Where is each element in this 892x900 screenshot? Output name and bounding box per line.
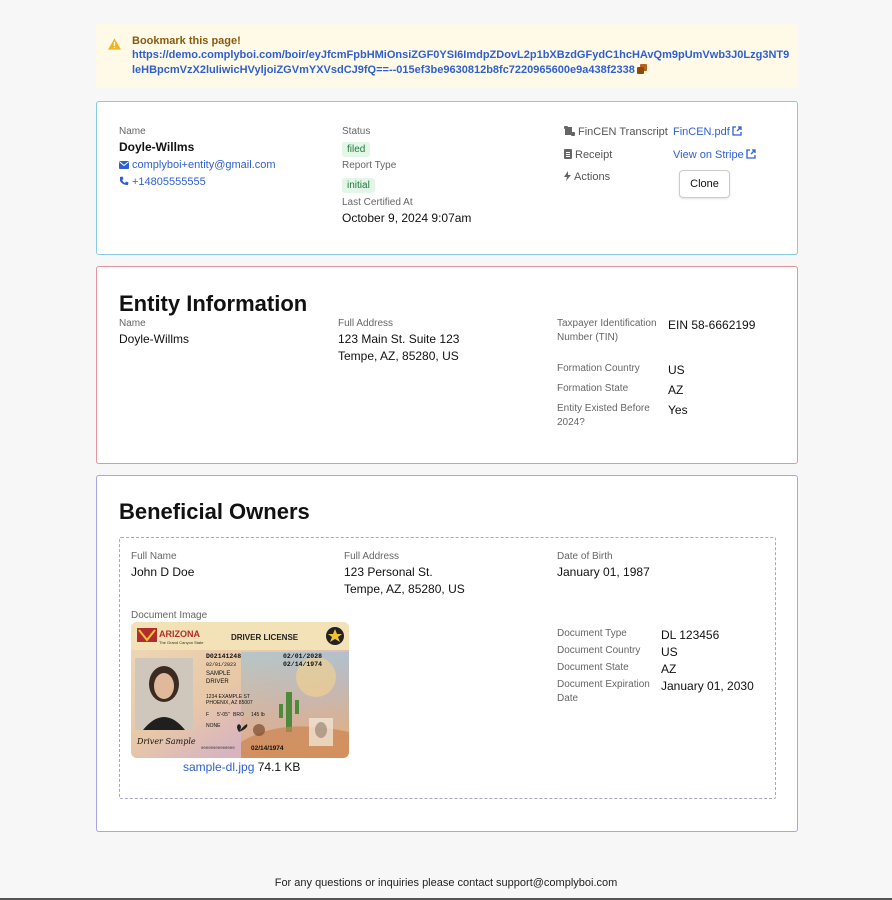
entity-name-value: Doyle-Willms	[119, 332, 189, 346]
report-type-badge: initial	[342, 175, 375, 193]
status-badge: filed	[342, 139, 371, 157]
doc-state-value: AZ	[661, 662, 677, 676]
owner-entry: Full Name John D Doe Full Address 123 Pe…	[119, 537, 776, 799]
entity-name: Doyle-Willms	[119, 140, 195, 154]
doc-expiration-value: January 01, 2030	[661, 679, 754, 693]
entity-address-label: Full Address	[338, 318, 394, 329]
card-exp: 02/01/2028	[283, 653, 322, 660]
card-restrictions: NONE	[206, 723, 221, 729]
receipt-label-text: Receipt	[575, 149, 613, 161]
card-sex: F	[206, 712, 209, 718]
card-first-name: DRIVER	[206, 679, 229, 685]
card-type-text: DRIVER LICENSE	[231, 633, 299, 642]
document-file-size: 74.1 KB	[257, 760, 301, 774]
entity-heading: Entity Information	[119, 291, 308, 316]
doc-type-label: Document Type	[557, 628, 627, 639]
card-wgt: 145 lb	[251, 712, 265, 718]
card-dl-number: D02141248	[206, 653, 241, 660]
formation-state-value: AZ	[668, 383, 684, 397]
formation-country-value: US	[668, 363, 685, 377]
document-file: sample-dl.jpg 74.1 KB	[183, 760, 300, 774]
bolt-icon	[564, 171, 571, 181]
entity-address-line2: Tempe, AZ, 85280, US	[338, 349, 459, 363]
tin-value: EIN 58-6662199	[668, 318, 756, 332]
card-iss: 02/01/2023	[206, 662, 236, 668]
external-link-icon[interactable]	[746, 149, 756, 159]
fincen-pdf-text[interactable]: FinCEN.pdf	[673, 126, 730, 138]
bookmark-title: Bookmark this page!	[132, 35, 241, 47]
footer-contact: For any questions or inquiries please co…	[274, 877, 618, 889]
report-type-label: Report Type	[342, 160, 397, 171]
phone-link[interactable]: +14805555555	[119, 176, 206, 188]
report-summary-card: Name Doyle-Willms complyboi+entity@gmail…	[96, 101, 798, 255]
stripe-link-text[interactable]: View on Stripe	[673, 149, 744, 161]
owner-address-line1: 123 Personal St.	[344, 565, 433, 579]
certified-date: October 9, 2024 9:07am	[342, 211, 472, 225]
existed-before-label: Entity Existed Before 2024?	[557, 403, 650, 428]
certified-label: Last Certified At	[342, 197, 413, 208]
actions-label-text: Actions	[574, 171, 611, 183]
card-dob-small: 02/14/1974	[251, 745, 284, 752]
owner-dob: January 01, 1987	[557, 565, 650, 579]
owner-address-label: Full Address	[344, 551, 400, 562]
owner-name-label: Full Name	[131, 551, 177, 562]
name-label: Name	[119, 126, 146, 137]
card-motto-text: The Grand Canyon State	[159, 640, 204, 645]
doc-country-value: US	[661, 645, 678, 659]
card-city: PHOENIX, AZ 85007	[206, 700, 253, 706]
entity-address-line1: 123 Main St. Suite 123	[338, 332, 460, 346]
phone-icon	[120, 176, 129, 186]
stripe-link[interactable]: View on Stripe	[673, 149, 756, 161]
card-eyes: BRO	[233, 712, 244, 718]
fincen-pdf-link[interactable]: FinCEN.pdf	[673, 126, 742, 138]
bookmark-banner: Bookmark this page! https://demo.complyb…	[96, 24, 798, 88]
status-label: Status	[342, 126, 371, 137]
warning-icon	[108, 38, 121, 50]
formation-country-label: Formation Country	[557, 363, 640, 374]
phone-text[interactable]: +14805555555	[132, 176, 206, 188]
doc-country-label: Document Country	[557, 645, 641, 656]
fincen-label-text: FinCEN Transcript	[578, 126, 668, 138]
actions-label: Actions	[564, 170, 610, 184]
doc-state-label: Document State	[557, 662, 629, 673]
email-link[interactable]: complyboi+entity@gmail.com	[119, 159, 276, 171]
report-type-badge-text: initial	[342, 178, 375, 193]
beneficial-owners-card: Beneficial Owners Full Name John D Doe F…	[96, 475, 798, 832]
document-image-label: Document Image	[131, 610, 208, 621]
card-last-name: SAMPLE	[206, 671, 230, 677]
status-badge-text: filed	[342, 142, 371, 157]
bookmark-url[interactable]: https://demo.complyboi.com/boir/eyJfcmFp…	[132, 48, 792, 78]
formation-state-label: Formation State	[557, 383, 629, 394]
card-number-strip: 00000000000000	[201, 747, 235, 751]
email-text[interactable]: complyboi+entity@gmail.com	[132, 159, 276, 171]
owner-dob-label: Date of Birth	[557, 551, 613, 562]
driver-license-graphic: ARIZONA The Grand Canyon State DRIVER LI…	[131, 622, 349, 758]
existed-before-value: Yes	[668, 403, 688, 417]
owners-heading: Beneficial Owners	[119, 499, 310, 524]
doc-expiration-label: Document Expiration Date	[557, 679, 650, 704]
entity-information-card: Entity Information Name Doyle-Willms Ful…	[96, 266, 798, 464]
owner-name: John D Doe	[131, 565, 195, 579]
scroll-icon	[564, 126, 575, 136]
card-dob: 02/14/1974	[283, 661, 322, 668]
doc-type-value: DL 123456	[661, 628, 720, 642]
card-state-text: ARIZONA	[159, 629, 200, 639]
card-hgt: 5'-05"	[217, 712, 230, 718]
entity-name-label: Name	[119, 318, 146, 329]
owner-address-line2: Tempe, AZ, 85280, US	[344, 582, 465, 596]
document-image[interactable]: ARIZONA The Grand Canyon State DRIVER LI…	[131, 622, 349, 758]
clone-button[interactable]: Clone	[679, 170, 730, 198]
receipt-label: Receipt	[564, 148, 612, 162]
fincen-label: FinCEN Transcript	[564, 125, 668, 139]
envelope-icon	[119, 161, 129, 169]
document-file-link[interactable]: sample-dl.jpg	[183, 760, 254, 774]
card-signature: Driver Sample	[136, 737, 196, 746]
tin-label: Taxpayer Identification Number (TIN)	[557, 318, 657, 343]
receipt-icon	[564, 149, 572, 159]
copy-icon[interactable]	[636, 64, 647, 74]
bookmark-url-text[interactable]: https://demo.complyboi.com/boir/eyJfcmFp…	[132, 49, 789, 76]
external-link-icon[interactable]	[732, 126, 742, 136]
